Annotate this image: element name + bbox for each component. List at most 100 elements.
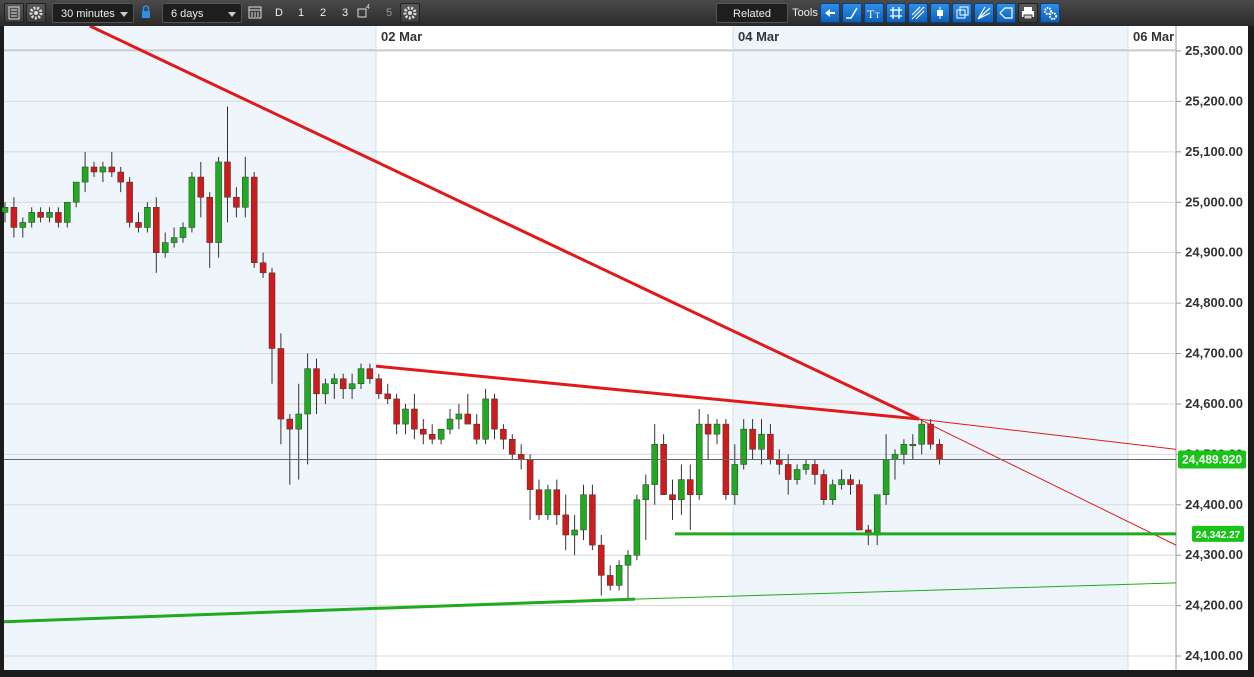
price-chart[interactable]: 02 Mar 04 Mar 06 Mar 25,300.00 25,200.00 25,… — [0, 24, 1254, 672]
candle-body — [117, 171, 124, 183]
candle-body — [153, 207, 160, 253]
lock-icon[interactable] — [138, 3, 154, 23]
chevron-down-icon — [120, 12, 128, 17]
y-tick-label: 24,100.00 — [1185, 648, 1243, 663]
candle-body — [99, 166, 107, 173]
current-price-label: 24,489.920 — [1182, 452, 1242, 466]
interval-select[interactable]: 30 minutes — [52, 3, 134, 23]
candle-body — [678, 479, 685, 500]
candle-body — [660, 444, 667, 495]
candle-body — [491, 398, 498, 430]
range-select[interactable]: 6 days — [162, 3, 242, 23]
candle-body — [731, 464, 739, 495]
candle-body — [856, 484, 863, 531]
candle-body — [197, 176, 205, 198]
related-button[interactable]: Related — [716, 3, 788, 23]
fib-tool-icon[interactable] — [908, 3, 928, 23]
period-button-5[interactable]: 5 — [380, 3, 398, 23]
candle-body — [838, 479, 845, 485]
y-tick-label: 24,300.00 — [1185, 547, 1243, 562]
candle-body — [250, 176, 258, 264]
window-icon[interactable]: 4 — [356, 3, 370, 23]
line-tool-icon[interactable] — [842, 3, 862, 23]
candle-body — [446, 418, 454, 430]
y-tick-label: 25,100.00 — [1185, 144, 1243, 159]
period-button-2[interactable]: 2 — [314, 3, 332, 23]
candle-body — [411, 408, 418, 430]
candle-body — [322, 383, 329, 395]
period-button-1[interactable]: 1 — [292, 3, 310, 23]
interval-value: 30 minutes — [61, 8, 115, 20]
text-tool-icon[interactable]: TT — [864, 3, 884, 23]
candle-body — [313, 368, 320, 395]
range-value: 6 days — [171, 8, 204, 20]
day-shade-1 — [4, 26, 376, 670]
candle-body — [873, 494, 881, 536]
candle-icon[interactable] — [930, 3, 950, 23]
candle-body — [802, 464, 810, 470]
candle-body — [259, 262, 267, 274]
calendar-icon[interactable] — [246, 3, 264, 23]
candle-body — [776, 459, 783, 465]
x-tick-label: 04 Mar — [738, 29, 779, 44]
candle-body — [606, 575, 614, 586]
chart-toolbar: 30 minutes 6 days D 1 2 3 4 5 Related To… — [0, 0, 1254, 27]
candle-body — [206, 196, 213, 243]
print-icon[interactable] — [1018, 3, 1038, 23]
candle-body — [402, 408, 409, 425]
candle-body — [464, 413, 472, 425]
candle-body — [687, 479, 694, 495]
candle-body — [526, 459, 534, 490]
period-button-3[interactable]: 3 — [336, 3, 354, 23]
period-button-4-label: 4 — [366, 4, 370, 11]
chart-area[interactable]: 02 Mar 04 Mar 06 Mar 25,300.00 25,200.00 25,… — [0, 24, 1254, 672]
candle-body — [473, 423, 480, 440]
candle-body — [909, 444, 917, 447]
candle-body — [811, 464, 819, 475]
candle-body — [331, 378, 338, 385]
candle-body — [758, 433, 765, 450]
y-tick-label: 24,900.00 — [1185, 245, 1243, 260]
chevron-down-icon — [228, 12, 236, 17]
fan-icon[interactable] — [974, 3, 994, 23]
candle-body — [500, 428, 507, 440]
candle-body — [633, 499, 641, 556]
candle-body — [179, 227, 187, 238]
candle-body — [144, 207, 151, 228]
candle-body — [793, 469, 801, 480]
y-tick-label: 24,600.00 — [1185, 396, 1243, 411]
marker-price-label: 24,342.27 — [1196, 530, 1241, 541]
candle-body — [642, 484, 650, 500]
arrow-left-icon[interactable] — [820, 3, 840, 23]
candle-body — [375, 378, 383, 395]
candle-body — [713, 423, 721, 435]
menu-icon[interactable] — [4, 3, 24, 23]
grid-icon[interactable] — [886, 3, 906, 23]
y-tick-label: 25,300.00 — [1185, 43, 1243, 58]
candle-body — [704, 423, 712, 435]
settings-icon[interactable] — [400, 3, 420, 23]
candle-body — [268, 272, 276, 349]
candle-body — [437, 428, 445, 440]
candle-body — [936, 444, 943, 460]
tools-settings-icon[interactable] — [1040, 3, 1060, 23]
tools-label: Tools — [792, 7, 818, 19]
y-tick-label: 25,200.00 — [1185, 93, 1243, 108]
candle-body — [224, 161, 231, 198]
candle-body — [767, 433, 774, 460]
candle-body — [918, 423, 925, 445]
x-tick-label: 06 Mar — [1133, 29, 1174, 44]
candle-body — [286, 418, 294, 430]
copy-icon[interactable] — [952, 3, 972, 23]
candle-body — [624, 554, 632, 566]
shape-icon[interactable] — [996, 3, 1016, 23]
y-tick-label: 24,400.00 — [1185, 497, 1243, 512]
candle-body — [749, 428, 756, 450]
candle-body — [72, 181, 80, 203]
candle-body — [242, 176, 249, 208]
candle-body — [215, 161, 222, 243]
candle-body — [669, 494, 676, 500]
period-button-d[interactable]: D — [270, 3, 288, 23]
settings-icon[interactable] — [26, 3, 46, 23]
svg-text:T: T — [875, 11, 880, 20]
